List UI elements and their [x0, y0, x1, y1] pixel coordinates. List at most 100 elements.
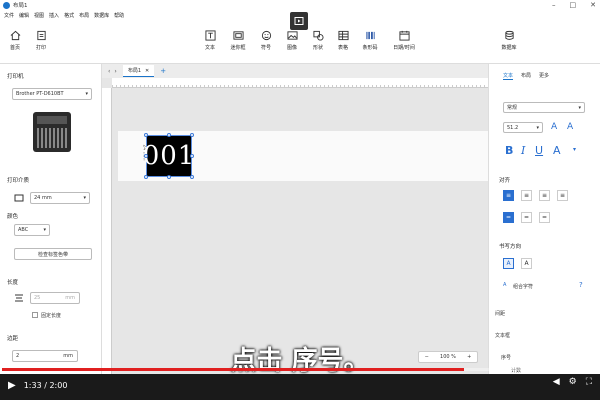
- vertical-text-icon[interactable]: A: [521, 258, 532, 269]
- minimize-button[interactable]: –: [552, 1, 556, 9]
- direction-section-title: 书写方向: [499, 244, 522, 250]
- menu-edit[interactable]: 编辑: [19, 12, 29, 19]
- resize-handle[interactable]: [144, 133, 148, 137]
- fixed-length-checkbox[interactable]: [32, 312, 38, 318]
- video-player-controls: ▶ 1:33 / 2:00 ◀ ⚙ ⛶: [0, 362, 600, 400]
- valign-middle-icon[interactable]: =: [521, 212, 532, 223]
- tab-prev-icon[interactable]: ‹: [108, 68, 110, 75]
- font-style-select[interactable]: 常规 ▾: [503, 102, 585, 113]
- database-button[interactable]: 数据库: [496, 30, 522, 51]
- menu-database[interactable]: 数据库: [94, 12, 109, 19]
- chevron-down-icon: ▾: [578, 104, 581, 111]
- progress-bar[interactable]: [2, 368, 598, 371]
- insert-symbol-button[interactable]: 符号: [253, 30, 279, 51]
- fullscreen-icon[interactable]: ⛶: [586, 377, 592, 387]
- insert-frame-button[interactable]: 迷你框: [225, 30, 251, 51]
- font-shrink-icon[interactable]: A: [567, 122, 573, 132]
- insert-barcode-label: 条形码: [362, 45, 378, 51]
- resize-handle[interactable]: [190, 154, 194, 158]
- print-button[interactable]: 打印: [28, 30, 54, 51]
- font-grow-icon[interactable]: A: [551, 122, 557, 132]
- combine-chars-icon: A: [503, 282, 507, 288]
- resize-handle[interactable]: [144, 154, 148, 158]
- player-right-controls: ◀ ⚙ ⛶: [553, 377, 592, 387]
- menu-help[interactable]: 帮助: [114, 12, 124, 19]
- italic-icon[interactable]: I: [521, 144, 525, 157]
- underline-icon[interactable]: U: [535, 144, 543, 157]
- check-tape-colors-button[interactable]: 检查标签色带: [14, 248, 92, 260]
- menu-format[interactable]: 格式: [64, 12, 74, 19]
- window-title: 布局1: [13, 3, 28, 9]
- insert-table-button[interactable]: 表格: [330, 30, 356, 51]
- right-panel: 文本 布局 更多 常规 ▾ 51.2 ▾ A A B I U A ▾ 对齐 ≡ …: [488, 64, 600, 374]
- serial-text-object[interactable]: 001: [143, 135, 194, 177]
- close-button[interactable]: ✕: [590, 1, 596, 9]
- insert-image-button[interactable]: 图像: [279, 30, 305, 51]
- chevron-down-icon: ▾: [83, 195, 86, 201]
- menu-file[interactable]: 文件: [4, 12, 14, 19]
- home-button[interactable]: 首页: [2, 30, 28, 51]
- insert-image-label: 图像: [286, 45, 297, 51]
- color-select[interactable]: ABC ▾: [14, 224, 50, 236]
- menu-view[interactable]: 视图: [34, 12, 44, 19]
- frame-icon: [232, 31, 244, 40]
- maximize-button[interactable]: □: [570, 1, 577, 9]
- chevron-down-icon[interactable]: ▾: [573, 146, 576, 153]
- insert-datetime-button[interactable]: 日期/时间: [391, 30, 417, 51]
- menu-layout[interactable]: 布局: [79, 12, 89, 19]
- align-center-icon[interactable]: ≡: [521, 190, 532, 201]
- volume-icon[interactable]: ◀: [553, 377, 560, 387]
- horizontal-text-icon[interactable]: A: [503, 258, 514, 269]
- close-icon[interactable]: ✕: [145, 68, 149, 74]
- horizontal-ruler: [112, 78, 488, 88]
- play-icon[interactable]: ▶: [8, 380, 16, 391]
- tab-more[interactable]: 更多: [539, 72, 549, 80]
- chevron-down-icon: ▾: [536, 124, 539, 131]
- text-color-icon[interactable]: A: [553, 144, 561, 157]
- font-size-value: 51.2: [507, 124, 519, 131]
- home-icon: [10, 30, 20, 41]
- resize-handle[interactable]: [190, 175, 194, 179]
- insert-barcode-button[interactable]: 条形码: [357, 30, 383, 51]
- app-window: 布局1 – □ ✕ 文件 编辑 视图 插入 格式 布局 数据库 帮助 首页 打印…: [0, 0, 600, 374]
- add-tab-icon[interactable]: +: [160, 67, 166, 75]
- tab-text[interactable]: 文本: [503, 72, 514, 80]
- chevron-down-icon: ▾: [85, 91, 88, 97]
- tab-layout[interactable]: 布局: [521, 72, 531, 80]
- valign-top-icon[interactable]: =: [503, 212, 514, 223]
- bold-icon[interactable]: B: [505, 144, 513, 157]
- spacing-section[interactable]: 间距: [495, 310, 505, 317]
- tab-layout1[interactable]: 布局1 ✕: [122, 65, 155, 77]
- resize-handle[interactable]: [167, 133, 171, 137]
- tab-next-icon[interactable]: ›: [114, 68, 116, 75]
- printer-image: [33, 112, 71, 152]
- help-icon[interactable]: ?: [579, 281, 583, 289]
- tape-size-select[interactable]: 24 mm ▾: [30, 192, 90, 204]
- tape-section-title: 打印介质: [7, 178, 30, 184]
- insert-text-button[interactable]: 文本: [197, 30, 223, 51]
- resize-handle[interactable]: [167, 175, 171, 179]
- printer-select[interactable]: Brother PT-D610BT ▾: [12, 88, 92, 100]
- control-bar: ▶ 1:33 / 2:00 ◀ ⚙ ⛶: [0, 373, 600, 397]
- database-label: 数据库: [501, 45, 517, 51]
- combine-chars-label[interactable]: 组合字符: [513, 283, 533, 290]
- textbox-section[interactable]: 文本框: [495, 332, 510, 339]
- resize-handle[interactable]: [144, 175, 148, 179]
- video-overlay-icon[interactable]: [290, 12, 308, 30]
- length-icon: [15, 294, 23, 302]
- table-icon: [337, 30, 349, 41]
- valign-bottom-icon[interactable]: =: [539, 212, 550, 223]
- insert-frame-label: 迷你框: [230, 45, 246, 51]
- settings-icon[interactable]: ⚙: [569, 377, 577, 387]
- insert-shape-button[interactable]: 形状: [305, 30, 331, 51]
- length-input[interactable]: 25 mm: [30, 292, 80, 304]
- menu-insert[interactable]: 插入: [49, 12, 59, 19]
- insert-symbol-label: 符号: [260, 45, 271, 51]
- layout-tabs: ‹ › 布局1 ✕ +: [102, 64, 488, 78]
- resize-handle[interactable]: [190, 133, 194, 137]
- align-left-icon[interactable]: ≡: [503, 190, 514, 201]
- align-justify-icon[interactable]: ≡: [557, 190, 568, 201]
- progress-fill: [2, 368, 464, 371]
- align-right-icon[interactable]: ≡: [539, 190, 550, 201]
- font-size-select[interactable]: 51.2 ▾: [503, 122, 543, 133]
